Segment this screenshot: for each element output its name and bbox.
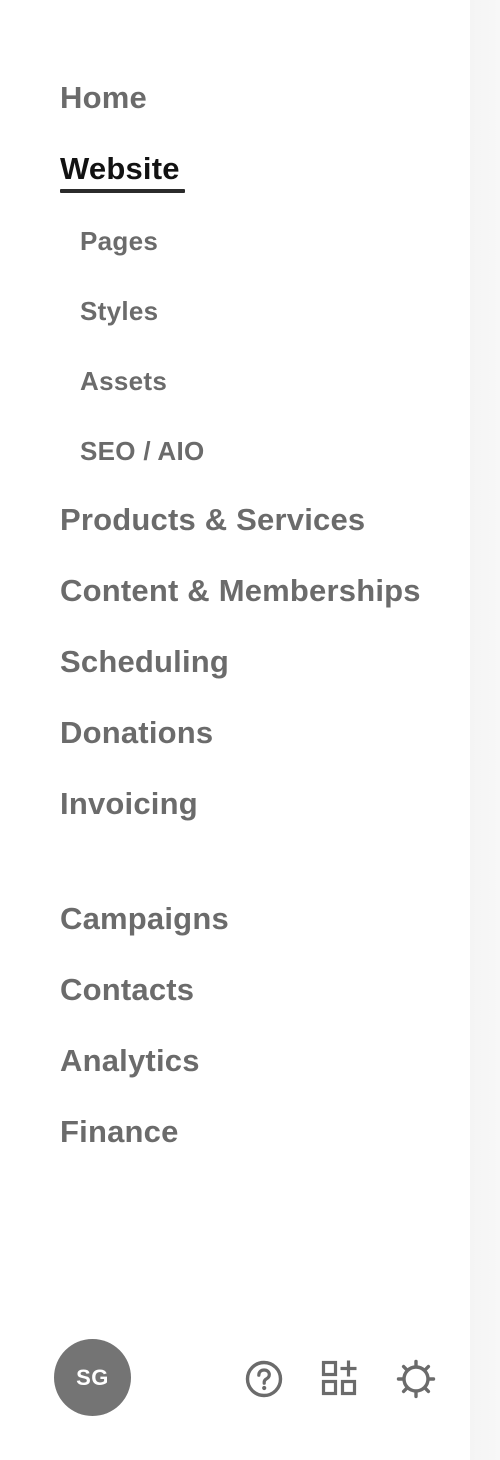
sidebar-item-contacts[interactable]: Contacts [60, 972, 194, 1008]
sidebar-item-invoicing[interactable]: Invoicing [60, 786, 198, 822]
sidebar-item-products-services[interactable]: Products & Services [60, 502, 365, 538]
sidebar-item-campaigns[interactable]: Campaigns [60, 901, 229, 937]
sidebar-item-analytics[interactable]: Analytics [60, 1043, 200, 1079]
sidebar-item-content-memberships[interactable]: Content & Memberships [60, 573, 421, 609]
sidebar-subitem-styles[interactable]: Styles [80, 295, 158, 327]
add-extension-icon [321, 1360, 357, 1396]
sidebar-subitem-pages[interactable]: Pages [80, 225, 158, 257]
settings-button[interactable] [396, 1359, 436, 1399]
sidebar-item-finance[interactable]: Finance [60, 1114, 179, 1150]
sidebar-item-website[interactable]: Website [60, 151, 180, 187]
sidebar: Home Website Pages Styles Assets SEO / A… [0, 0, 470, 1460]
help-button[interactable] [244, 1359, 284, 1399]
extensions-button[interactable] [320, 1359, 360, 1399]
avatar[interactable]: SG [54, 1339, 131, 1416]
sidebar-subitem-seo-aio[interactable]: SEO / AIO [80, 435, 205, 467]
panel-divider [470, 0, 500, 1460]
sidebar-subitem-assets[interactable]: Assets [80, 365, 167, 397]
sidebar-item-home[interactable]: Home [60, 80, 147, 116]
sidebar-item-donations[interactable]: Donations [60, 715, 213, 751]
avatar-initials: SG [76, 1364, 109, 1390]
help-icon [245, 1360, 283, 1398]
active-indicator [60, 189, 185, 193]
settings-gear-icon [396, 1359, 436, 1399]
sidebar-item-scheduling[interactable]: Scheduling [60, 644, 229, 680]
